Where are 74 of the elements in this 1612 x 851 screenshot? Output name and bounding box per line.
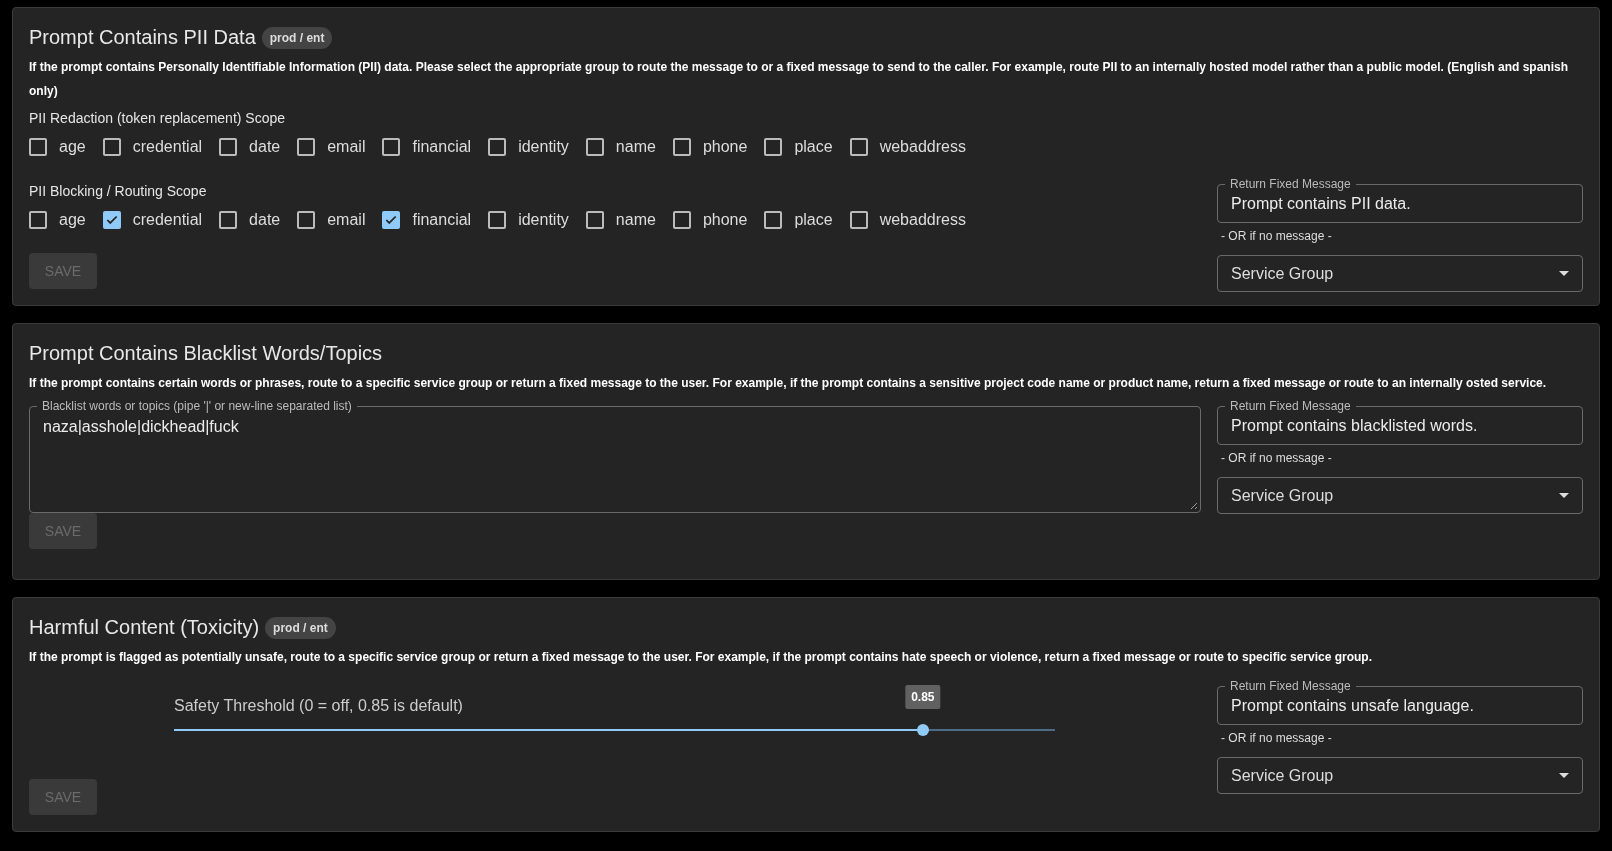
- checkbox-option[interactable]: financial: [382, 211, 472, 229]
- field-value: Prompt contains unsafe language.: [1231, 696, 1474, 715]
- checkmark-icon: [104, 213, 119, 227]
- section-title: Prompt Contains Blacklist Words/Topics: [29, 342, 383, 365]
- section-title: Prompt Contains PII Data: [29, 26, 256, 49]
- checkbox[interactable]: [764, 138, 783, 156]
- checkbox[interactable]: [764, 211, 783, 229]
- checkbox-option[interactable]: age: [29, 138, 86, 156]
- checkbox[interactable]: [219, 211, 238, 229]
- checkbox[interactable]: [849, 211, 868, 229]
- checkbox[interactable]: [219, 138, 238, 156]
- checkbox[interactable]: [488, 211, 507, 229]
- checkbox-option[interactable]: name: [585, 211, 656, 229]
- dropdown-caret-icon[interactable]: [1559, 773, 1569, 778]
- checkbox-option[interactable]: credential: [102, 138, 203, 156]
- section-description: If the prompt is flagged as potentially unsafe, route to a specific service group or return a fixed message to the user. For example, if the prompt contains hate speech or violence, return a fixed message or route to specific service group.: [29, 649, 1374, 666]
- checkbox-option[interactable]: financial: [382, 138, 472, 156]
- section-description: If the prompt contains certain words or phrases, route to a specific service group or return a fixed message to the user. For example, if the prompt contains a sensitive project code name or product name, return a fixed message or route to an internally osted service.: [29, 375, 1548, 392]
- resize-grip-icon[interactable]: [1189, 501, 1198, 510]
- checkbox[interactable]: [29, 211, 47, 229]
- scope-label: PII Redaction (token replacement) Scope: [29, 110, 287, 126]
- checkbox[interactable]: [297, 211, 316, 229]
- checkbox-option[interactable]: identity: [488, 211, 569, 229]
- dropdown-caret-icon[interactable]: [1559, 271, 1569, 276]
- checkbox-option[interactable]: webaddress: [849, 138, 966, 156]
- checkbox[interactable]: [102, 138, 121, 156]
- text-area-value: naza|asshole|dickhead|fuck: [43, 418, 239, 435]
- slider-value-tooltip: 0.85: [905, 685, 941, 709]
- service-group-select[interactable]: Service Group: [1217, 757, 1583, 794]
- checkbox-option[interactable]: place: [764, 211, 833, 229]
- section-title: Harmful Content (Toxicity): [29, 616, 260, 639]
- checkbox-option[interactable]: phone: [672, 211, 748, 229]
- service-group-select[interactable]: Service Group: [1217, 477, 1583, 514]
- checkbox[interactable]: [672, 211, 691, 229]
- field-label: Return Fixed Message: [1225, 679, 1356, 693]
- checkbox-option[interactable]: date: [219, 211, 281, 229]
- checkbox-option[interactable]: age: [29, 211, 86, 229]
- checkbox[interactable]: [29, 138, 47, 156]
- separator-text: - OR if no message -: [1221, 229, 1333, 243]
- environment-badge: prod / ent: [261, 26, 333, 49]
- checkbox[interactable]: [672, 138, 691, 156]
- dropdown-caret-icon[interactable]: [1559, 493, 1569, 498]
- checkbox-option[interactable]: name: [585, 138, 656, 156]
- field-value: Prompt contains PII data.: [1231, 194, 1411, 213]
- checkbox-option[interactable]: webaddress: [849, 211, 966, 229]
- section-description: If the prompt contains Personally Identifiable Information (PII) data. Please select the appropriate group to route the message to or a fixed message to send to the caller. For example, route PII to an internally hosted model rather than a public model. (English and spanish only): [29, 59, 1569, 100]
- service-group-select[interactable]: Service Group: [1217, 255, 1583, 292]
- separator-text: - OR if no message -: [1221, 451, 1333, 465]
- slider-track[interactable]: [174, 724, 1055, 736]
- slider-label: Safety Threshold (0 = off, 0.85 is default): [174, 697, 463, 715]
- checkbox-option[interactable]: identity: [488, 138, 569, 156]
- scope-label: PII Blocking / Routing Scope: [29, 183, 208, 199]
- checkbox[interactable]: [102, 211, 121, 229]
- separator-text: - OR if no message -: [1221, 731, 1333, 745]
- field-value: Prompt contains blacklisted words.: [1231, 416, 1478, 435]
- checkbox-option[interactable]: place: [764, 138, 833, 156]
- checkbox-option[interactable]: email: [297, 138, 366, 156]
- checkbox[interactable]: [849, 138, 868, 156]
- environment-badge: prod / ent: [265, 616, 336, 639]
- checkbox[interactable]: [297, 138, 316, 156]
- checkbox[interactable]: [382, 211, 401, 229]
- field-label: Return Fixed Message: [1225, 399, 1356, 413]
- checkbox-option[interactable]: credential: [102, 211, 203, 229]
- checkmark-icon: [384, 213, 399, 227]
- checkbox[interactable]: [488, 138, 507, 156]
- field-label: Return Fixed Message: [1225, 177, 1356, 191]
- slider-thumb[interactable]: [916, 724, 929, 736]
- checkbox-option[interactable]: phone: [672, 138, 748, 156]
- checkbox[interactable]: [585, 211, 604, 229]
- checkbox[interactable]: [585, 138, 604, 156]
- checkbox-option[interactable]: email: [297, 211, 366, 229]
- checkbox[interactable]: [382, 138, 401, 156]
- field-label: Blacklist words or topics (pipe '|' or new-line separated list): [37, 399, 357, 413]
- checkbox-option[interactable]: date: [219, 138, 281, 156]
